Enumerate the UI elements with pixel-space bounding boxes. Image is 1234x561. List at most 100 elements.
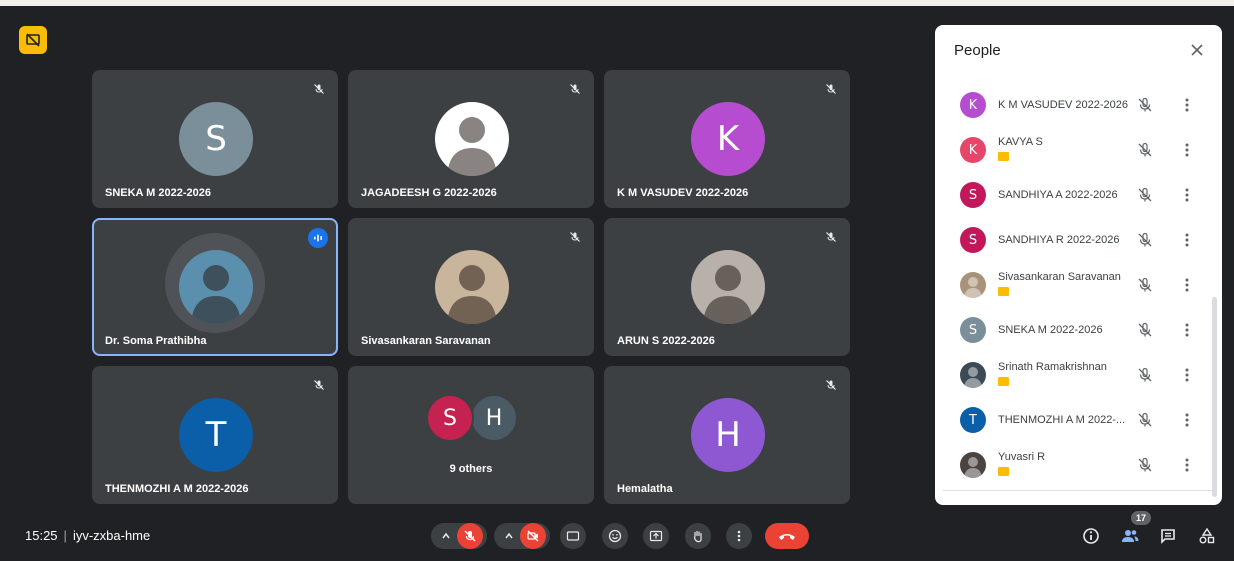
mic-off-icon[interactable]	[1136, 366, 1154, 384]
participant-tile[interactable]: Dr. Soma Prathibha	[92, 218, 338, 356]
more-vert-icon[interactable]	[1179, 321, 1195, 339]
participant-name: Dr. Soma Prathibha	[105, 335, 207, 347]
participant-list-scrollbar[interactable]	[1212, 297, 1217, 497]
avatar: S	[960, 182, 986, 208]
more-vert-icon	[737, 530, 741, 542]
chat-button[interactable]	[1157, 525, 1179, 547]
captions-icon	[566, 531, 580, 541]
participant-tile[interactable]: S SNEKA M 2022-2026	[92, 70, 338, 208]
participant-tile[interactable]: Sivasankaran Saravanan	[348, 218, 594, 356]
mic-off-icon	[822, 80, 840, 98]
more-options-button[interactable]	[726, 523, 752, 549]
info-icon	[1083, 528, 1099, 544]
avatar: K	[960, 92, 986, 118]
more-vert-icon[interactable]	[1179, 141, 1195, 159]
participant-tile[interactable]: H Hemalatha	[604, 366, 850, 504]
presentation-off-button[interactable]	[19, 26, 47, 54]
participant-name: Hemalatha	[617, 483, 673, 495]
avatar-photo	[960, 452, 986, 478]
mic-off-icon[interactable]	[1136, 231, 1154, 249]
meeting-code: iyv-zxba-hme	[72, 528, 151, 543]
participant-name: Yuvasri R	[998, 451, 1046, 463]
mic-off-icon[interactable]	[1136, 96, 1154, 114]
raise-hand-button[interactable]	[685, 523, 711, 549]
list-item[interactable]: T THENMOZHI A M 2022-...	[935, 400, 1215, 440]
people-icon	[1122, 530, 1139, 542]
meeting-separator: |	[63, 528, 67, 543]
emoji-icon	[608, 529, 622, 543]
list-item[interactable]: K KAVYA S	[935, 130, 1215, 170]
mic-off-icon[interactable]	[1136, 411, 1154, 429]
list-item[interactable]: Srinath Ramakrishnan	[935, 355, 1215, 395]
person-photo-icon	[703, 265, 753, 324]
participant-list[interactable]: K K M VASUDEV 2022-2026 K KAVYA S S SANDHIYA …	[935, 81, 1222, 505]
no-present-icon	[26, 33, 40, 47]
mic-off-icon[interactable]	[1136, 186, 1154, 204]
more-vert-icon[interactable]	[1179, 231, 1195, 249]
list-item[interactable]: K K M VASUDEV 2022-2026	[935, 85, 1215, 125]
avatar-photo	[435, 102, 509, 176]
present-screen-button[interactable]	[643, 523, 669, 549]
host-badge-icon	[998, 287, 1009, 296]
avatar: H	[691, 398, 765, 472]
list-item[interactable]: S SNEKA M 2022-2026	[935, 310, 1215, 350]
mic-off-icon[interactable]	[1136, 456, 1154, 474]
captions-button[interactable]	[560, 523, 586, 549]
avatar: K	[960, 137, 986, 163]
avatar: K	[691, 102, 765, 176]
participant-tile[interactable]: T THENMOZHI A M 2022-2026	[92, 366, 338, 504]
others-tile[interactable]: SH 9 others	[348, 366, 594, 504]
more-vert-icon[interactable]	[1179, 456, 1195, 474]
avatar: H	[470, 394, 518, 442]
avatar-photo	[691, 250, 765, 324]
meeting-info: 15:25 | iyv-zxba-hme	[25, 528, 150, 543]
participant-tile[interactable]: ARUN S 2022-2026	[604, 218, 850, 356]
mic-off-icon	[822, 228, 840, 246]
participant-name: ARUN S 2022-2026	[617, 335, 715, 347]
mic-off-icon	[310, 80, 328, 98]
participant-name: K M VASUDEV 2022-2026	[998, 99, 1129, 111]
avatar: T	[179, 398, 253, 472]
avatar: S	[426, 394, 474, 442]
list-item[interactable]: S SANDHIYA A 2022-2026	[935, 175, 1215, 215]
participant-name: SNEKA M 2022-2026	[998, 324, 1103, 336]
mic-off-icon[interactable]	[1136, 141, 1154, 159]
mic-control	[431, 523, 487, 549]
host-badge-icon	[998, 152, 1009, 161]
people-button[interactable]	[1119, 525, 1141, 547]
more-vert-icon[interactable]	[1179, 96, 1195, 114]
avatar: T	[960, 407, 986, 433]
more-vert-icon[interactable]	[1179, 186, 1195, 204]
more-vert-icon[interactable]	[1179, 276, 1195, 294]
camera-toggle-button[interactable]	[520, 523, 546, 549]
avatar-photo	[960, 272, 986, 298]
participant-tile[interactable]: K K M VASUDEV 2022-2026	[604, 70, 850, 208]
participant-tile[interactable]: JAGADEESH G 2022-2026	[348, 70, 594, 208]
avatar: S	[179, 102, 253, 176]
person-photo-icon	[447, 265, 497, 324]
mic-off-icon[interactable]	[1136, 321, 1154, 339]
list-item[interactable]: S SANDHIYA R 2022-2026	[935, 220, 1215, 260]
mic-off-icon[interactable]	[1136, 276, 1154, 294]
chevron-up-icon	[505, 532, 513, 539]
avatar-photo	[435, 250, 509, 324]
person-photo-icon	[447, 117, 497, 176]
hand-icon	[694, 530, 702, 543]
avatar: S	[960, 227, 986, 253]
mic-toggle-button[interactable]	[457, 523, 483, 549]
more-vert-icon[interactable]	[1179, 366, 1195, 384]
close-panel-button[interactable]	[1186, 39, 1208, 61]
reactions-button[interactable]	[602, 523, 628, 549]
leave-call-button[interactable]	[765, 523, 809, 549]
more-vert-icon[interactable]	[1179, 411, 1195, 429]
close-icon	[1191, 44, 1203, 56]
list-item[interactable]: Sivasankaran Saravanan	[935, 265, 1215, 305]
participant-name: SNEKA M 2022-2026	[105, 187, 211, 199]
meeting-details-button[interactable]	[1080, 525, 1102, 547]
avatar: S	[960, 317, 986, 343]
video-options-button[interactable]	[498, 523, 520, 549]
list-item[interactable]: Yuvasri R	[935, 445, 1215, 485]
activities-button[interactable]	[1196, 525, 1218, 547]
audio-options-button[interactable]	[435, 523, 457, 549]
camera-control	[494, 523, 550, 549]
